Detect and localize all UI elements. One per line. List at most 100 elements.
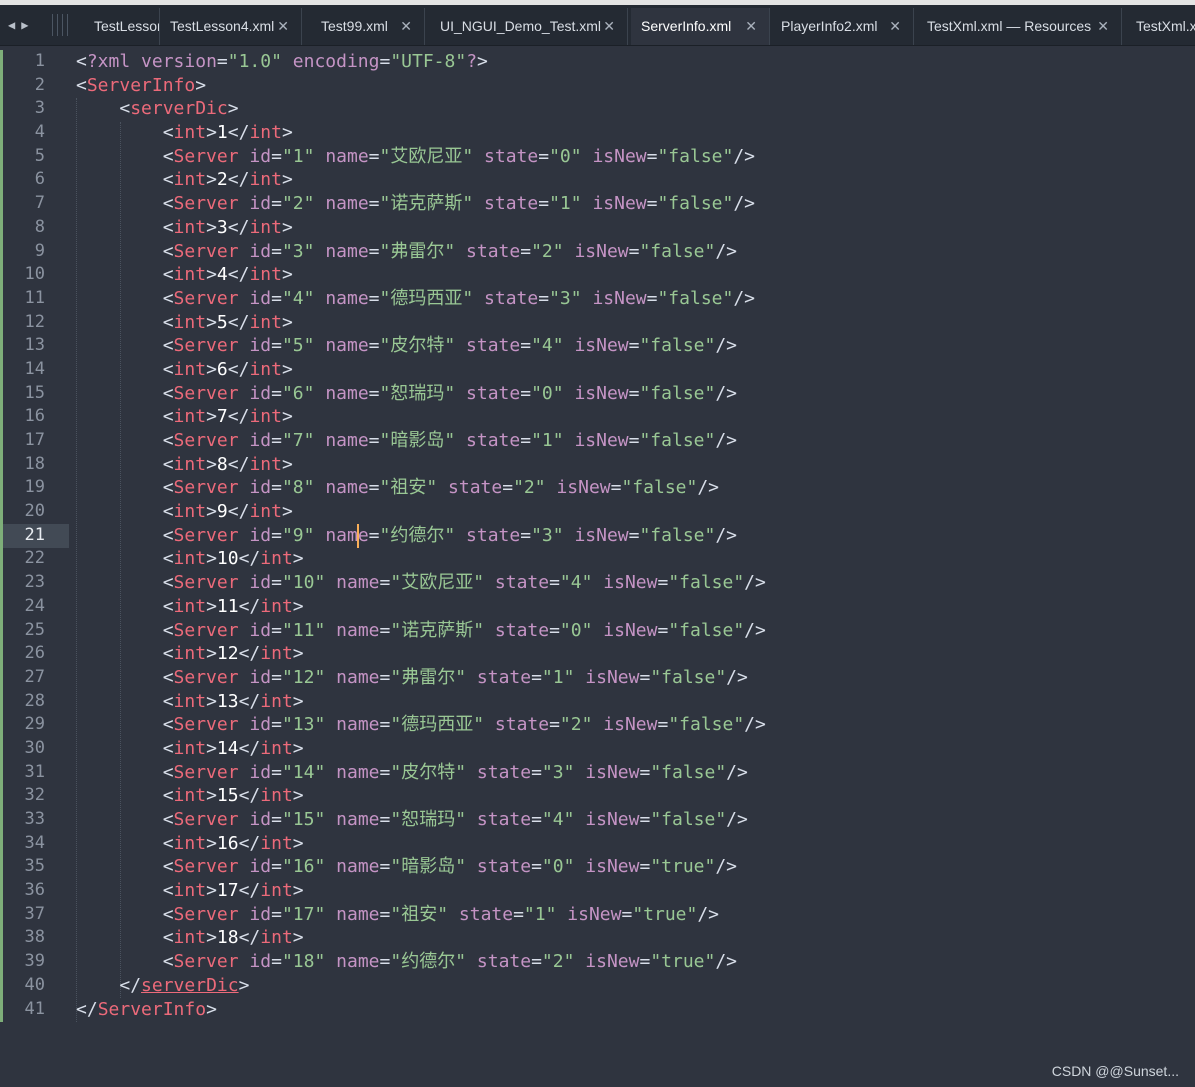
line-number: 23 <box>24 572 45 593</box>
code-line[interactable]: <Server id="6" name="恕瑞玛" state="0" isNe… <box>76 382 766 406</box>
code-line[interactable]: <int>1</int> <box>76 121 766 145</box>
line-number: 9 <box>34 240 45 261</box>
line-number: 41 <box>24 998 45 1019</box>
tab-testlesson4-xml[interactable]: TestLesson4.xml ✕ <box>160 8 302 45</box>
line-number: 40 <box>24 974 45 995</box>
code-line[interactable]: <int>18</int> <box>76 926 766 950</box>
line-number: 20 <box>24 501 45 522</box>
code-line[interactable]: <int>2</int> <box>76 168 766 192</box>
tab-label: ServerInfo.xml <box>641 18 732 34</box>
line-number: 16 <box>24 406 45 427</box>
line-number: 18 <box>24 453 45 474</box>
code-line[interactable]: <Server id="8" name="祖安" state="2" isNew… <box>76 476 766 500</box>
line-number: 21 <box>24 524 45 545</box>
line-number: 1 <box>34 51 45 71</box>
code-line[interactable]: <int>11</int> <box>76 595 766 619</box>
code-editor[interactable]: 1 2 3 4 5 6 7 8 9 10 11 12 13 14 15 16 17 18 19 20 21 22 23 24 2… <box>0 46 1195 1087</box>
close-tab-icon[interactable]: ✕ <box>400 8 412 44</box>
line-number: 29 <box>24 714 45 735</box>
line-number: 8 <box>34 216 45 237</box>
code-line[interactable]: <Server id="11" name="诺克萨斯" state="0" is… <box>76 619 766 643</box>
line-number: 15 <box>24 382 45 403</box>
close-tab-icon[interactable]: ✕ <box>1097 8 1109 44</box>
tab-playerinfo2-xml[interactable]: PlayerInfo2.xml ✕ <box>771 8 914 45</box>
code-line[interactable]: <int>8</int> <box>76 453 766 477</box>
code-line[interactable]: <Server id="3" name="弗雷尔" state="2" isNe… <box>76 240 766 264</box>
line-number: 11 <box>24 287 45 308</box>
code-line[interactable]: </serverDic> <box>76 974 766 998</box>
code-line[interactable]: <Server id="15" name="恕瑞玛" state="4" isN… <box>76 808 766 832</box>
code-line[interactable]: <int>16</int> <box>76 832 766 856</box>
line-number: 4 <box>34 122 45 143</box>
code-line[interactable]: <Server id="14" name="皮尔特" state="3" isN… <box>76 761 766 785</box>
code-line[interactable]: <ServerInfo> <box>76 74 766 98</box>
line-number: 5 <box>34 145 45 166</box>
line-numbers: 1 2 3 4 5 6 7 8 9 10 11 12 13 14 15 16 17 18 19 20 21 22 23 24 2… <box>3 50 45 1021</box>
tab-overflow-grip <box>52 14 82 36</box>
line-number: 39 <box>24 951 45 972</box>
code-line[interactable]: <Server id="17" name="祖安" state="1" isNe… <box>76 903 766 927</box>
line-number: 25 <box>24 619 45 640</box>
line-number: 12 <box>24 311 45 332</box>
code-line[interactable]: <int>13</int> <box>76 690 766 714</box>
close-tab-icon[interactable]: ✕ <box>745 8 757 44</box>
code-line[interactable]: </ServerInfo> <box>76 998 766 1022</box>
watermark: CSDN @@Sunset... <box>1051 1063 1179 1079</box>
tab-testxml-x[interactable]: TestXml.x <box>1126 8 1195 45</box>
code-line[interactable]: <int>17</int> <box>76 879 766 903</box>
code-line[interactable]: <int>7</int> <box>76 405 766 429</box>
tab-testxml-xml-resources[interactable]: TestXml.xml — Resources ✕ <box>917 8 1122 45</box>
code-line[interactable]: <Server id="4" name="德玛西亚" state="3" isN… <box>76 287 766 311</box>
code-line[interactable]: <int>4</int> <box>76 263 766 287</box>
tab-testlessor[interactable]: TestLessor <box>84 8 160 45</box>
code-line[interactable]: <int>6</int> <box>76 358 766 382</box>
close-tab-icon[interactable]: ✕ <box>889 8 901 44</box>
line-number: 31 <box>24 761 45 782</box>
line-number: 27 <box>24 666 45 687</box>
code-line[interactable]: <Server id="1" name="艾欧尼亚" state="0" isN… <box>76 145 766 169</box>
close-tab-icon[interactable]: ✕ <box>277 8 289 44</box>
code-line[interactable]: <int>9</int> <box>76 500 766 524</box>
tab-label: TestLesson4.xml <box>170 18 275 34</box>
code-line[interactable]: <Server id="9" name="约德尔" state="3" isNe… <box>76 523 766 548</box>
tab-test99-xml[interactable]: Test99.xml ✕ <box>311 8 425 45</box>
tab-next-icon[interactable]: ▶ <box>21 15 28 35</box>
line-number: 37 <box>24 903 45 924</box>
tab-label: UI_NGUI_Demo_Test.xml <box>440 18 602 34</box>
code-line[interactable]: <Server id="5" name="皮尔特" state="4" isNe… <box>76 334 766 358</box>
line-number: 2 <box>34 74 45 95</box>
line-number: 34 <box>24 832 45 853</box>
code-line[interactable]: <int>15</int> <box>76 784 766 808</box>
line-number: 14 <box>24 358 45 379</box>
code-line[interactable]: <Server id="10" name="艾欧尼亚" state="4" is… <box>76 571 766 595</box>
line-number: 17 <box>24 430 45 450</box>
tab-serverinfo-xml[interactable]: ServerInfo.xml ✕ <box>631 8 770 45</box>
code-line[interactable]: <int>12</int> <box>76 642 766 666</box>
line-number: 32 <box>24 785 45 806</box>
tab-label: TestLessor <box>94 18 160 34</box>
code-line[interactable]: <Server id="7" name="暗影岛" state="1" isNe… <box>76 429 766 453</box>
line-number: 22 <box>24 548 45 569</box>
line-number: 7 <box>34 193 45 214</box>
line-number: 35 <box>24 856 45 877</box>
close-tab-icon[interactable]: ✕ <box>603 8 615 44</box>
code-line[interactable]: <int>14</int> <box>76 737 766 761</box>
line-number: 26 <box>24 643 45 664</box>
code-line[interactable]: <serverDic> <box>76 97 766 121</box>
code-line[interactable]: <Server id="13" name="德玛西亚" state="2" is… <box>76 713 766 737</box>
code-line[interactable]: <int>5</int> <box>76 311 766 335</box>
tab-label: TestXml.xml — Resources <box>927 18 1092 34</box>
line-number: 33 <box>24 809 45 829</box>
code-line[interactable]: <int>3</int> <box>76 216 766 240</box>
code-line[interactable]: <?xml version="1.0" encoding="UTF-8"?> <box>76 50 766 74</box>
code-line[interactable]: <Server id="16" name="暗影岛" state="0" isN… <box>76 855 766 879</box>
code-line[interactable]: <Server id="2" name="诺克萨斯" state="1" isN… <box>76 192 766 216</box>
code-area[interactable]: <?xml version="1.0" encoding="UTF-8"?> <S… <box>76 50 766 1021</box>
tab-ui-ngui-demo-test-xml[interactable]: UI_NGUI_Demo_Test.xml ✕ <box>430 8 628 45</box>
code-line[interactable]: <int>10</int> <box>76 547 766 571</box>
tab-label: PlayerInfo2.xml <box>781 18 878 34</box>
line-number: 24 <box>24 595 45 616</box>
tab-prev-icon[interactable]: ◀ <box>8 15 15 35</box>
code-line[interactable]: <Server id="12" name="弗雷尔" state="1" isN… <box>76 666 766 690</box>
code-line[interactable]: <Server id="18" name="约德尔" state="2" isN… <box>76 950 766 974</box>
